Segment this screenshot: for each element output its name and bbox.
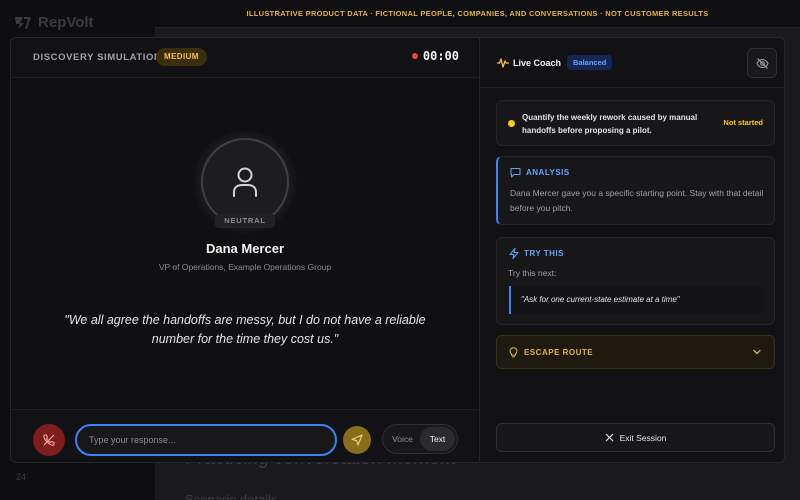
coach-header: Live Coach Balanced xyxy=(480,38,784,88)
timer-text: 00:00 xyxy=(422,49,459,63)
persona-avatar xyxy=(193,130,297,234)
voice-mode-button[interactable]: Voice xyxy=(385,427,420,451)
session-timer: 00:00 xyxy=(411,49,459,63)
app-root: RepVolt 24 Practicing conversation momen… xyxy=(0,0,800,500)
exit-session-label: Exit Session xyxy=(619,432,667,443)
persona-role: VP of Operations, Example Operations Gro… xyxy=(158,262,332,272)
input-mode-toggle: Voice Text xyxy=(382,424,458,454)
try-this-suggestion: "Ask for one current-state estimate at a… xyxy=(509,286,764,314)
hide-coach-button[interactable] xyxy=(747,48,777,78)
brand-logo: RepVolt xyxy=(14,14,94,31)
escape-route-label: ESCAPE ROUTE xyxy=(524,348,594,357)
message-icon xyxy=(510,168,521,178)
persona-name: Dana Mercer xyxy=(205,241,285,256)
response-bar: Voice Text xyxy=(11,409,479,462)
coach-title: Live Coach xyxy=(513,58,562,68)
try-this-intro: Try this next: xyxy=(508,268,557,278)
analysis-header: ANALYSIS xyxy=(510,167,570,178)
brand-name: RepVolt xyxy=(38,14,94,31)
send-button[interactable] xyxy=(343,426,371,454)
objective-status: Not started xyxy=(723,118,763,127)
objective-card: Quantify the weekly rework caused by man… xyxy=(496,100,775,146)
waveform-icon xyxy=(497,58,509,68)
send-icon xyxy=(351,434,363,446)
background-subheading: Scenario details xyxy=(185,492,278,500)
logo-icon xyxy=(15,16,31,29)
end-call-icon xyxy=(43,434,55,446)
exit-session-button[interactable]: Exit Session xyxy=(496,423,775,452)
simulation-modal: DISCOVERY SIMULATION MEDIUM 00:00 NEUTRA… xyxy=(10,37,785,463)
eye-off-icon xyxy=(755,57,769,69)
response-input[interactable] xyxy=(75,424,337,456)
chevron-down-icon xyxy=(753,349,761,355)
analysis-label: ANALYSIS xyxy=(526,168,570,177)
status-dot-icon xyxy=(508,120,515,127)
text-mode-button[interactable]: Text xyxy=(420,427,455,451)
end-call-button[interactable] xyxy=(33,424,65,456)
person-icon xyxy=(233,167,257,197)
simulation-title: DISCOVERY SIMULATION xyxy=(33,52,162,63)
escape-route-header: ESCAPE ROUTE xyxy=(509,347,593,358)
disclaimer-banner: ILLUSTRATIVE PRODUCT DATA · FICTIONAL PE… xyxy=(155,0,800,28)
avatar xyxy=(201,138,289,226)
sentiment-badge: NEUTRAL xyxy=(215,214,275,228)
difficulty-badge: MEDIUM xyxy=(156,48,207,66)
persona-quote: "We all agree the handoffs are messy, bu… xyxy=(64,313,426,346)
try-this-header: TRY THIS xyxy=(509,248,564,259)
close-icon xyxy=(605,433,614,442)
analysis-text: Dana Mercer gave you a specific starting… xyxy=(510,188,764,213)
try-this-card: TRY THIS Try this next: "Ask for one cur… xyxy=(496,237,775,325)
try-this-label: TRY THIS xyxy=(524,249,565,258)
coach-mode-badge: Balanced xyxy=(567,55,613,70)
escape-route-card[interactable]: ESCAPE ROUTE xyxy=(496,335,775,369)
lightning-icon xyxy=(509,248,519,259)
live-coach-panel: Live Coach Balanced Quantify the weekly … xyxy=(479,38,784,462)
simulation-panel: DISCOVERY SIMULATION MEDIUM 00:00 NEUTRA… xyxy=(11,38,479,462)
recording-dot-icon xyxy=(411,53,418,59)
lightbulb-icon xyxy=(509,347,518,358)
simulation-header: DISCOVERY SIMULATION MEDIUM 00:00 xyxy=(11,38,479,78)
banner-text: ILLUSTRATIVE PRODUCT DATA · FICTIONAL PE… xyxy=(246,9,709,18)
analysis-card: ANALYSIS Dana Mercer gave you a specific… xyxy=(496,156,775,225)
objective-text: Quantify the weekly rework caused by man… xyxy=(522,113,698,135)
sidebar-badge: 24 xyxy=(16,472,27,482)
